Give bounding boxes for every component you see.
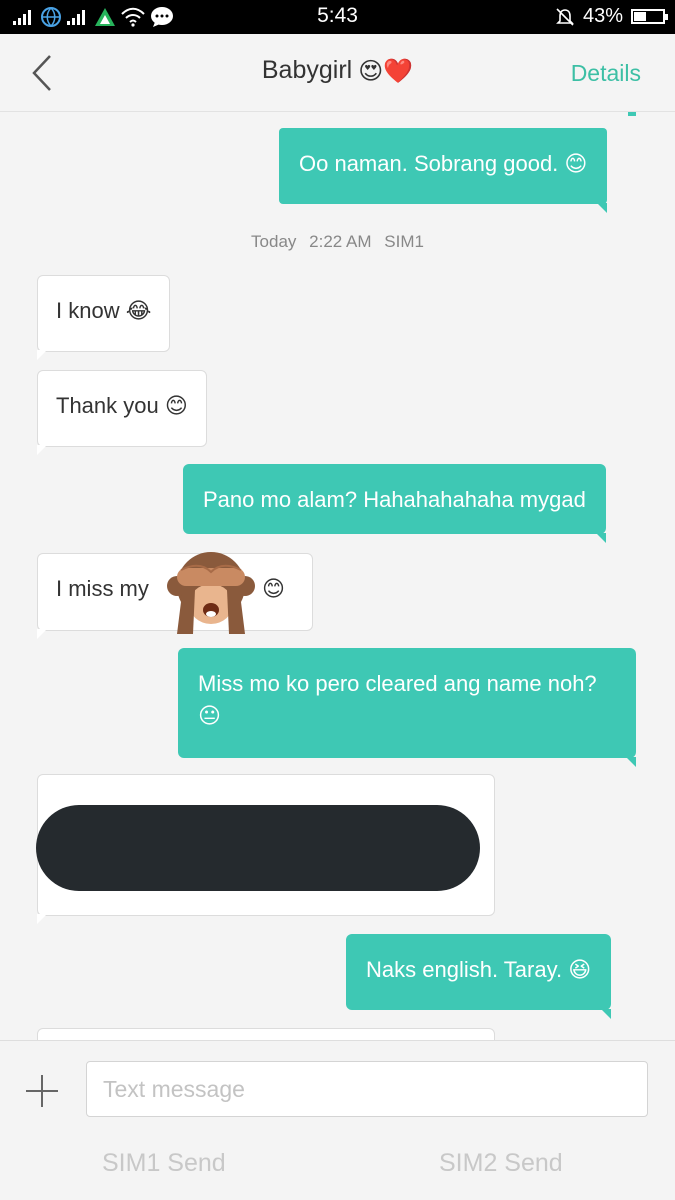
message-emoji: 😐 (198, 703, 221, 728)
conversation-header: Babygirl 😍❤️ Details (0, 34, 675, 112)
message-text: I miss my (56, 576, 149, 601)
redaction-scribble (36, 805, 480, 891)
message-emoji: 😊 (164, 393, 188, 418)
battery-icon (631, 9, 668, 24)
message-bubble-outgoing[interactable]: Miss mo ko pero cleared ang name noh? 😐 (178, 648, 636, 767)
timestamp-day: Today (251, 232, 297, 251)
battery-level (634, 12, 646, 21)
message-bubble-incoming[interactable]: Thank you 😊 (37, 370, 207, 455)
message-bubble-incoming-partial[interactable] (37, 1028, 495, 1040)
message-text: Miss mo ko pero cleared ang name noh? (198, 671, 597, 696)
details-button[interactable]: Details (571, 60, 641, 87)
message-text: Thank you (56, 393, 159, 418)
add-attachment-icon[interactable] (24, 1073, 60, 1109)
mute-bell-icon (556, 7, 574, 26)
text-message-input[interactable]: Text message (86, 1061, 648, 1117)
contact-name: Babygirl (261, 56, 353, 84)
message-bubble-outgoing[interactable]: Pano mo alam? Hahahahahaha mygad (183, 464, 606, 543)
message-bubble-outgoing[interactable]: Naks english. Taray. 😆 (346, 934, 612, 1019)
battery-percent: 43% (582, 5, 623, 27)
message-bubble-incoming[interactable]: I know 😂 (37, 275, 171, 360)
message-timestamp: Today 2:22 AM SIM1 (0, 232, 675, 252)
message-emoji: 😂 (125, 298, 152, 323)
timestamp-time: 2:22 AM (309, 232, 372, 251)
contact-emoji: 😍❤️ (358, 58, 414, 85)
message-emoji: 😊 (262, 576, 285, 601)
message-text: Oo naman. Sobrang good. (299, 151, 559, 176)
sim2-send-button[interactable]: SIM2 Send (439, 1149, 563, 1178)
timestamp-sim: SIM1 (384, 232, 424, 251)
message-text: Pano mo alam? Hahahahahaha mygad (203, 487, 586, 512)
status-icons-right: 43% (555, 5, 668, 28)
message-thread[interactable]: Oo naman. Sobrang good. 😊 Today 2:22 AM … (0, 112, 675, 1040)
previous-bubble-edge (628, 112, 636, 116)
message-emoji: 😊 (564, 151, 588, 176)
sim1-send-button[interactable]: SIM1 Send (102, 1149, 226, 1178)
message-bubble-outgoing[interactable]: Oo naman. Sobrang good. 😊 (279, 128, 608, 213)
composer-bar: Text message SIM1 Send SIM2 Send (0, 1040, 675, 1200)
message-text: Naks english. Taray. (366, 957, 563, 982)
message-emoji: 😆 (568, 957, 592, 982)
message-text: I know (56, 298, 120, 323)
see-no-evil-monkey-sticker (167, 552, 255, 634)
status-bar: 5:43 43% (0, 0, 675, 34)
